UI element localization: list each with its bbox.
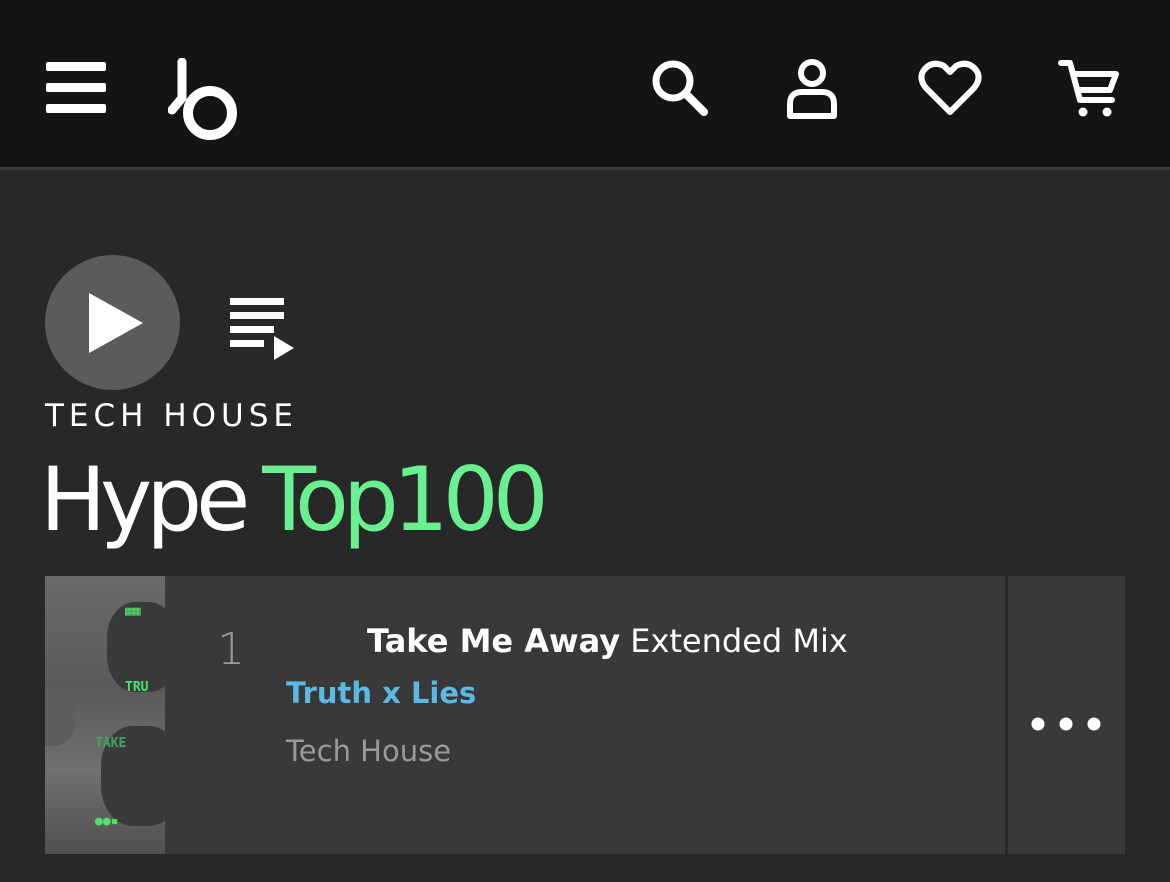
track-artwork[interactable]: ▦▦ TRU TAKE ●●▪	[45, 576, 165, 854]
track-artist-link[interactable]: Truth x Lies	[286, 676, 476, 710]
track-title[interactable]: Take Me Away Extended Mix	[367, 622, 848, 660]
track-genre-link[interactable]: Tech House	[286, 734, 451, 768]
track-title-main: Take Me Away	[367, 622, 621, 660]
play-icon	[89, 293, 143, 353]
play-all-button[interactable]	[45, 255, 180, 390]
hamburger-menu-icon[interactable]	[46, 62, 106, 114]
heart-icon[interactable]	[918, 60, 982, 118]
more-dots-icon	[1031, 717, 1101, 731]
add-to-queue-icon[interactable]	[230, 298, 296, 360]
page-title: Hype Top100	[40, 445, 549, 555]
top-navigation-bar	[0, 0, 1170, 170]
track-more-options-button[interactable]	[1008, 576, 1125, 854]
chart-genre-label: TECH HOUSE	[45, 398, 298, 434]
user-icon[interactable]	[786, 58, 838, 120]
track-rank: 1	[217, 624, 245, 675]
cart-icon[interactable]	[1058, 58, 1122, 120]
track-mix-name: Extended Mix	[630, 622, 848, 660]
track-row[interactable]: ▦▦ TRU TAKE ●●▪ 1 Take Me Away Extended …	[45, 576, 1005, 854]
beatport-logo[interactable]	[168, 58, 240, 140]
search-icon[interactable]	[650, 58, 710, 118]
title-top100: Top100	[262, 448, 548, 551]
title-hype: Hype	[40, 448, 250, 551]
